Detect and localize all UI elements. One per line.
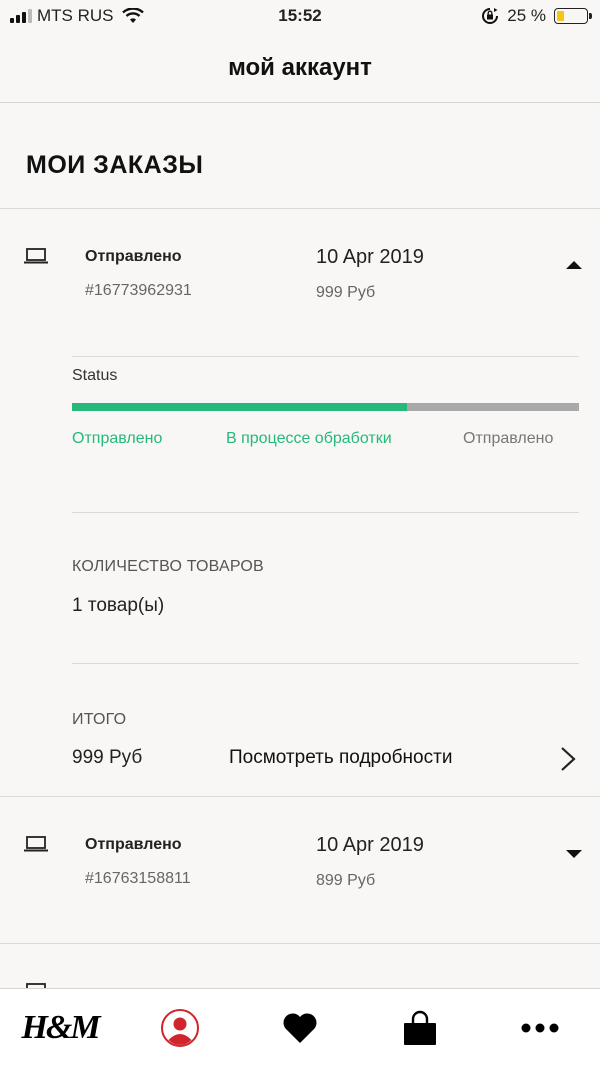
order-card-3-partial[interactable] [0, 944, 600, 988]
progress-step-2: В процессе обработки [226, 430, 392, 447]
order-status: Отправлено [85, 836, 182, 853]
heart-icon [283, 1013, 317, 1043]
divider [72, 512, 579, 513]
profile-icon [161, 1009, 199, 1047]
expand-arrow-icon[interactable] [566, 850, 582, 858]
order-card-2[interactable]: Отправлено #16763158811 10 Apr 2019 899 … [0, 797, 600, 943]
progress-step-3: Отправлено [463, 430, 554, 447]
collapse-arrow-icon[interactable] [566, 261, 582, 269]
total-label: ИТОГО [72, 711, 127, 728]
order-number: #16763158811 [85, 870, 191, 887]
tab-bag[interactable] [360, 989, 480, 1067]
tab-account[interactable] [120, 989, 240, 1067]
page-title: мой аккаунт [228, 54, 372, 81]
rotation-lock-icon [482, 8, 499, 24]
battery-level [557, 11, 564, 21]
laptop-icon [24, 248, 48, 264]
order-price: 999 Руб [316, 284, 376, 301]
tab-more[interactable] [480, 989, 600, 1067]
hm-logo: H&M [21, 1009, 100, 1046]
total-value: 999 Руб [72, 747, 143, 768]
view-details-link[interactable]: Посмотреть подробности [229, 747, 452, 769]
laptop-icon [24, 836, 48, 852]
progress-step-1: Отправлено [72, 430, 163, 447]
order-date: 10 Apr 2019 [316, 834, 424, 856]
divider [72, 356, 579, 357]
quantity-label: КОЛИЧЕСТВО ТОВАРОВ [72, 558, 264, 575]
order-status: Отправлено [85, 248, 182, 265]
tab-home[interactable]: H&M [0, 989, 120, 1067]
order-date: 10 Apr 2019 [316, 246, 424, 268]
more-icon [521, 1023, 559, 1033]
divider [72, 663, 579, 664]
status-bar: MTS RUS 15:52 25 % [0, 0, 600, 34]
chevron-right-icon[interactable] [558, 746, 578, 772]
order-progress-fill [72, 403, 407, 411]
tab-favourites[interactable] [240, 989, 360, 1067]
battery-icon [554, 8, 592, 24]
quantity-value: 1 товар(ы) [72, 595, 165, 616]
shopping-bag-icon [404, 1010, 436, 1045]
status-bar-right: 25 % [481, 6, 592, 26]
order-1-header[interactable]: Отправлено #16773962931 10 Apr 2019 999 … [0, 209, 600, 329]
order-number: #16773962931 [85, 282, 192, 299]
tab-bar: H&M [0, 988, 600, 1067]
battery-percent: 25 % [507, 6, 546, 25]
order-progress-bar [72, 403, 579, 411]
status-label: Status [72, 367, 118, 384]
nav-bar: мой аккаунт [0, 34, 600, 103]
section-title: МОИ ЗАКАЗЫ [26, 151, 204, 179]
order-price: 899 Руб [316, 872, 376, 889]
